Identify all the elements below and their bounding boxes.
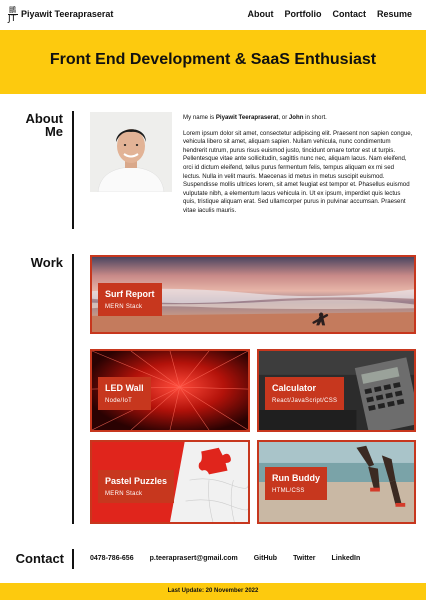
project-card-pastel-puzzles[interactable]: Pastel Puzzles MERN Stack [90,440,250,524]
logo[interactable]: 鵬 JT [8,6,18,24]
work-divider [72,254,74,524]
about-heading-line2: Me [44,124,63,139]
project-title: LED Wall [105,383,144,393]
about-nickname: John [288,114,304,121]
work-heading: Work [30,255,63,270]
pastel-puzzles-caption: Pastel Puzzles MERN Stack [98,470,175,503]
project-stack: Node/IoT [105,398,133,404]
calculator-caption: Calculator React/JavaScript/CSS [265,377,345,410]
contact-github[interactable]: GitHub [254,555,277,562]
profile-photo [90,112,172,192]
run-buddy-caption: Run Buddy HTML/CSS [265,467,327,500]
project-stack: HTML/CSS [272,488,305,494]
footer: Last Update: 20 November 2022 [0,583,426,600]
project-title: Calculator [272,383,317,393]
nav-about[interactable]: About [247,9,273,19]
contact-email[interactable]: p.teeraprasert@gmail.com [150,555,238,562]
about-divider [72,111,74,229]
logo-glyph: 鵬 [9,6,16,14]
profile-photo-image [90,112,172,192]
project-stack: MERN Stack [105,304,143,310]
project-card-surf-report[interactable]: Surf Report MERN Stack [90,255,416,334]
contact-heading: Contact [15,551,64,566]
nav-resume[interactable]: Resume [377,9,412,19]
project-card-run-buddy[interactable]: Run Buddy HTML/CSS [257,440,416,524]
nav-portfolio[interactable]: Portfolio [284,9,321,19]
about-body: Lorem ipsum dolor sit amet, consectetur … [183,129,413,214]
about-intro: My name is Piyawit Teerapraserat, or Joh… [183,114,327,121]
main-nav: About Portfolio Contact Resume [247,9,412,19]
top-bar: 鵬 JT Piyawit Teerapraserat About Portfol… [0,0,426,30]
project-card-calculator[interactable]: Calculator React/JavaScript/CSS [257,349,416,432]
site-name[interactable]: Piyawit Teerapraserat [21,9,113,19]
logo-initials: JT [8,14,17,24]
about-text: My name is Piyawit Teerapraserat, or Joh… [183,114,413,223]
contact-divider [72,549,74,569]
project-title: Pastel Puzzles [105,476,168,486]
hero-banner: Front End Development & SaaS Enthusiast [0,30,426,94]
about-full-name: Piyawit Teerapraserat [215,114,279,121]
project-title: Surf Report [105,289,155,299]
contact-links: 0478-786-656 p.teeraprasert@gmail.com Gi… [90,555,376,562]
contact-twitter[interactable]: Twitter [293,555,315,562]
project-card-led-wall[interactable]: LED Wall Node/IoT [90,349,250,432]
about-heading: About Me [20,112,63,138]
project-stack: React/JavaScript/CSS [272,398,338,404]
contact-linkedin[interactable]: LinkedIn [332,555,361,562]
nav-contact[interactable]: Contact [332,9,366,19]
contact-phone[interactable]: 0478-786-656 [90,555,134,562]
project-stack: MERN Stack [105,491,143,497]
surf-report-caption: Surf Report MERN Stack [98,283,162,316]
hero-title: Front End Development & SaaS Enthusiast [49,51,377,68]
project-title: Run Buddy [272,473,320,483]
led-wall-caption: LED Wall Node/IoT [98,377,151,410]
